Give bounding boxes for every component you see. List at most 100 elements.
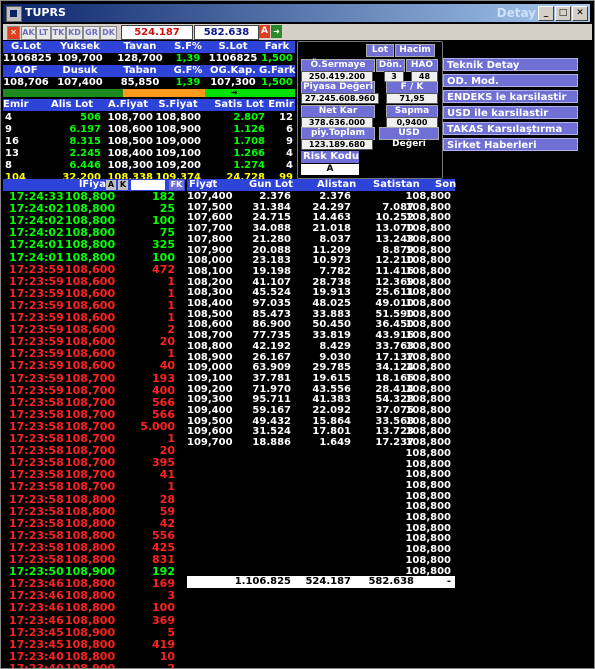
trade-row[interactable]: 17:23:58 108,800 59 [3,505,185,518]
dist-cell: 108,800 [405,565,451,577]
trade-row[interactable]: 17:23:59 108,600 1 [3,287,185,300]
trade-row[interactable]: 17:23:59 108,700 400 [3,384,185,397]
distribution-row[interactable]: 108,800 [187,469,455,480]
distribution-row[interactable]: 108,400 97.035 48.025 49.010 108,800 [187,298,455,309]
distribution-row[interactable]: 109,600 31.524 17.801 13.723 108,800 [187,426,455,437]
orderbook-row[interactable]: 8 6.446 108,300 109,200 1.274 4 [3,160,295,171]
orderbook-row[interactable]: 16 8.315 108,500 109,000 1.708 9 [3,136,295,147]
distribution-row[interactable]: 108,000 23.183 10.973 12.210 108,800 [187,255,455,266]
distribution-row[interactable]: 107,900 20.088 11.209 8.879 108,800 [187,245,455,256]
distribution-row[interactable]: 108,800 [187,491,455,502]
trades-k-button[interactable]: K [118,180,128,190]
distribution-row[interactable]: 108,600 86.900 50.450 36.450 108,800 [187,319,455,330]
total-sell-field[interactable]: 582.638 [194,25,259,40]
distribution-row[interactable]: 108,500 85.473 33.883 51.590 108,800 [187,309,455,320]
toolbar-button-lt[interactable]: LT [36,26,51,40]
minimize-button[interactable]: _ [538,6,554,21]
hacim-button[interactable]: Hacim [395,44,435,57]
usd-degeri-button[interactable]: USD Değeri [379,127,439,149]
distribution-row[interactable]: 108,800 [187,459,455,470]
orderbook-row[interactable]: 9 6.197 108,600 108,900 1.126 6 [3,124,295,135]
maximize-button[interactable]: □ [555,6,571,21]
distribution-row[interactable]: 107,400 2.376 2.376 108,800 [187,191,455,202]
trade-row[interactable]: 17:23:58 108,700 566 [3,396,185,409]
distribution-row[interactable]: 108,800 [187,480,455,491]
toolbar-button-gr[interactable]: GR [83,26,100,40]
toolbar-button-ak[interactable]: AK [21,26,36,40]
arrow-right-icon[interactable]: ➜ [271,25,282,38]
trade-row[interactable]: 17:23:46 108,800 369 [3,614,185,627]
trade-row[interactable]: 17:23:58 108,800 28 [3,493,185,506]
trade-row[interactable]: 17:23:58 108,700 566 [3,407,185,421]
distribution-row[interactable]: 109,200 71.970 43.556 28.414 108,800 [187,384,455,395]
distribution-row[interactable]: 108,900 26.167 9.030 17.137 108,800 [187,352,455,363]
toolbar-button-dk[interactable]: DK [100,26,117,40]
distribution-row[interactable]: 108,100 19.198 7.782 11.416 108,800 [187,266,455,277]
toolbar-button-kd[interactable]: KD [66,26,83,40]
distribution-row[interactable]: 108,800 [187,523,455,534]
distribution-row[interactable]: 109,500 49.432 15.864 33.568 108,800 [187,416,455,427]
total-buy-field[interactable]: 524.187 [121,25,193,40]
trades-fk-button[interactable]: FK [169,180,184,190]
distribution-row[interactable]: 108,800 [187,544,455,555]
distribution-row[interactable]: 109,300 95.711 41.383 54.328 108,800 [187,394,455,405]
distribution-row[interactable]: 108,800 [187,512,455,523]
distribution-row[interactable]: 108,800 [187,501,455,512]
side-menu-item[interactable]: ENDEKS le karsilastir [443,90,578,103]
orderbook-row[interactable]: 4 506 108,700 108,800 2.807 12 [3,112,295,123]
trade-row[interactable]: 17:23:45 108,800 419 [3,638,185,651]
distribution-row[interactable]: 107,800 21.280 8.037 13.243 108,800 [187,234,455,245]
trade-row[interactable]: 17:23:58 108,800 42 [3,517,185,530]
trade-row[interactable]: 17:23:40 108,900 2 [3,662,185,668]
distribution-row[interactable]: 107,600 24.715 14.463 10.252 108,800 [187,212,455,223]
title-bar[interactable]: TUPRS Detay _ □ ✕ [3,4,590,22]
trade-row[interactable]: 17:23:58 108,800 556 [3,529,185,542]
distribution-row[interactable]: 108,700 77.735 33.819 43.916 108,800 [187,330,455,341]
trade-row[interactable]: 17:23:59 108,700 193 [3,372,185,385]
dist-cell: 108,800 [405,233,451,245]
a-button[interactable]: A [259,25,270,38]
trade-row[interactable]: 17:23:46 108,800 100 [3,602,185,614]
window-title: TUPRS [25,6,66,19]
distribution-row[interactable]: 108,800 [187,533,455,544]
distribution-row[interactable]: 108,800 [187,566,455,577]
dist-cell: 97.035 [252,298,291,309]
trade-time: 17:23:58 [9,480,64,494]
trade-row[interactable]: 17:23:40 108,800 10 [3,650,185,663]
trade-lot: 566 [152,407,175,421]
distribution-row[interactable]: 109,400 59.167 22.092 37.075 108,800 [187,405,455,416]
side-menu-item[interactable]: OD. Mod. [443,74,578,87]
dist-cell: 19.913 [312,287,351,299]
distribution-row[interactable]: 108,300 45.524 19.913 25.611 108,800 [187,287,455,298]
trade-row[interactable]: 17:23:59 108,600 472 [3,263,185,276]
distribution-row[interactable]: 108,200 41.107 28.738 12.369 108,800 [187,277,455,288]
close-icon[interactable]: ✕ [7,26,20,40]
dist-cell: 29.785 [312,362,351,374]
trades-a-button[interactable]: A [106,180,116,190]
close-button[interactable]: ✕ [572,6,588,21]
side-menu-item[interactable]: Teknik Detay [443,58,578,71]
trade-row[interactable]: 17:24:01 108,800 100 [3,251,185,264]
dist-cell: 7.782 [319,265,351,277]
trade-row[interactable]: 17:23:59 108,600 40 [3,360,185,372]
orderbook-row[interactable]: 13 2.245 108,400 109,100 1.266 4 [3,148,295,159]
distribution-row[interactable]: 107,700 34.088 21.018 13.070 108,800 [187,223,455,234]
side-menu-item[interactable]: Sirket Haberleri [443,138,578,151]
distribution-row[interactable]: 109,100 37.781 19.615 18.166 108,800 [187,373,455,384]
side-menu-item[interactable]: USD ile karsilastir [443,106,578,119]
distribution-row[interactable]: 108,800 [187,555,455,566]
distribution-row[interactable]: 108,800 42.192 8.429 33.763 108,800 [187,341,455,352]
trade-row[interactable]: 17:23:45 108,900 5 [3,626,185,639]
trades-filter-input[interactable] [131,180,165,190]
trade-row[interactable]: 17:24:01 108,800 325 [3,239,185,251]
distribution-row[interactable]: 109,700 18.886 1.649 17.237 108,800 [187,437,455,448]
trade-row[interactable]: 17:23:59 108,600 1 [3,275,185,288]
toolbar-button-tk[interactable]: TK [51,26,66,40]
distribution-row[interactable]: 107,500 31.384 24.297 7.087 108,800 [187,202,455,213]
side-menu-item[interactable]: TAKAS Karsılaştırma [443,122,578,135]
distribution-row[interactable]: 109,000 63.909 29.785 34.124 108,800 [187,362,455,373]
trade-row[interactable]: 17:23:58 108,700 1 [3,481,185,493]
lot-button[interactable]: Lot [366,44,394,57]
orderbook-cell: 108,700 [107,112,153,123]
distribution-row[interactable]: 108,800 [187,448,455,459]
